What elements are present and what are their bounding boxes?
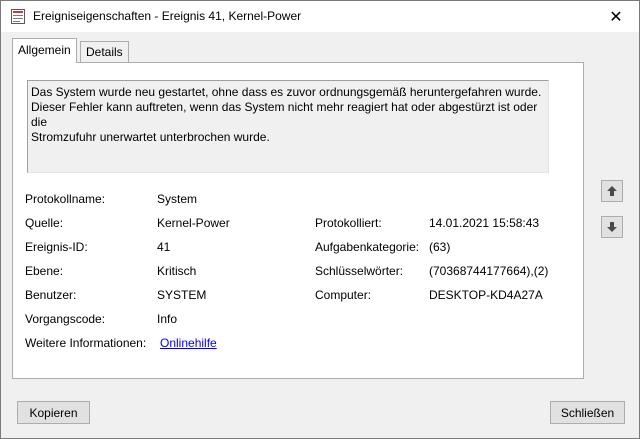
aufgabenkategorie-label: Aufgabenkategorie: bbox=[315, 240, 420, 254]
quelle-label: Quelle: bbox=[25, 216, 64, 230]
computer-label: Computer: bbox=[315, 288, 372, 302]
next-event-button[interactable] bbox=[601, 216, 623, 238]
event-viewer-icon bbox=[11, 9, 25, 24]
event-description[interactable]: Das System wurde neu gestartet, ohne das… bbox=[27, 80, 549, 173]
title-bar: Ereigniseigenschaften - Ereignis 41, Ker… bbox=[1, 1, 639, 32]
ereignis-id-value: 41 bbox=[157, 240, 171, 254]
arrow-up-icon bbox=[607, 186, 617, 196]
tab-details[interactable]: Details bbox=[80, 41, 129, 62]
ereignis-id-label: Ereignis-ID: bbox=[25, 240, 88, 254]
benutzer-value: SYSTEM bbox=[157, 288, 207, 302]
ebene-label: Ebene: bbox=[25, 264, 64, 278]
ebene-value: Kritisch bbox=[157, 264, 197, 278]
vorgangscode-label: Vorgangscode: bbox=[25, 312, 106, 326]
event-properties-window: Ereigniseigenschaften - Ereignis 41, Ker… bbox=[0, 0, 640, 439]
protokolliert-label: Protokolliert: bbox=[315, 216, 382, 230]
window-title: Ereigniseigenschaften - Ereignis 41, Ker… bbox=[33, 9, 302, 23]
onlinehilfe-link[interactable]: Onlinehilfe bbox=[160, 335, 217, 351]
schluesselwoerter-value: (70368744177664),(2) bbox=[429, 264, 549, 278]
close-icon[interactable]: ✕ bbox=[593, 1, 639, 32]
vorgangscode-value: Info bbox=[157, 312, 178, 326]
protokolliert-value: 14.01.2021 15:58:43 bbox=[429, 216, 540, 230]
copy-button[interactable]: Kopieren bbox=[17, 401, 90, 424]
computer-value: DESKTOP-KD4A27A bbox=[429, 288, 543, 302]
schluesselwoerter-label: Schlüsselwörter: bbox=[315, 264, 404, 278]
aufgabenkategorie-value: (63) bbox=[429, 240, 451, 254]
general-tab-panel: Das System wurde neu gestartet, ohne das… bbox=[12, 62, 584, 379]
close-button[interactable]: Schließen bbox=[550, 401, 625, 424]
previous-event-button[interactable] bbox=[601, 180, 623, 202]
arrow-down-icon bbox=[607, 222, 617, 232]
protokollname-value: System bbox=[157, 192, 198, 206]
benutzer-label: Benutzer: bbox=[25, 288, 77, 302]
protokollname-label: Protokollname: bbox=[25, 192, 106, 206]
quelle-value: Kernel-Power bbox=[157, 216, 230, 230]
weitere-informationen-label: Weitere Informationen: bbox=[25, 336, 147, 350]
tab-allgemein[interactable]: Allgemein bbox=[12, 38, 77, 63]
